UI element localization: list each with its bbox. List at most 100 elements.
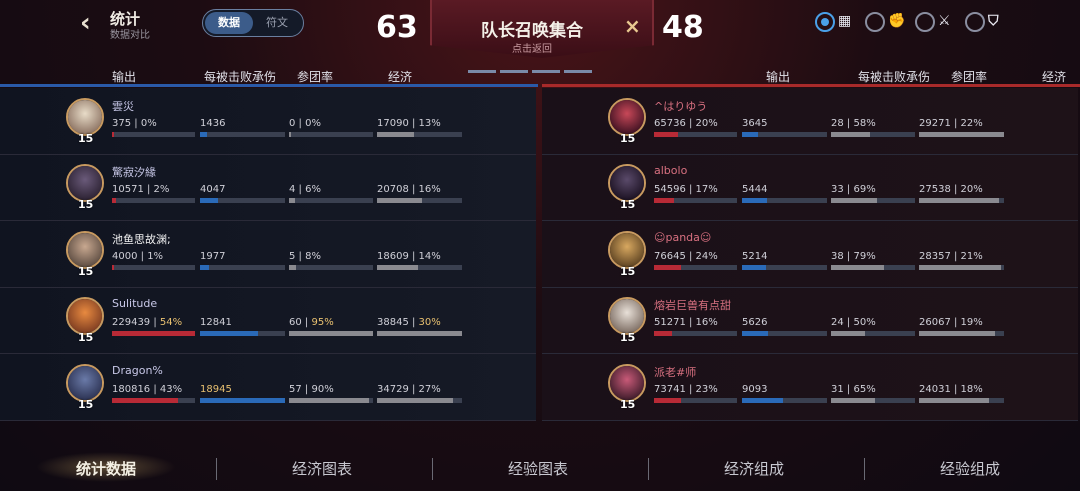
stat-tank-bar-fill [742, 132, 758, 137]
player-name[interactable]: 雲災 [112, 98, 134, 114]
tab-separator [216, 458, 217, 480]
hero-portrait [610, 166, 644, 201]
stat-separator: | [150, 383, 160, 395]
player-row: 15 Dragon% 180816 | 43% 18945 57 | 90% 34729 … [0, 354, 536, 421]
stat-kp-bar-fill [289, 132, 291, 137]
stat-dmg: 51271 | 16% [654, 317, 718, 328]
back-arrow-icon[interactable]: ‹ [80, 8, 91, 38]
stat-separator: | [408, 383, 419, 395]
stat-dmg-percent: 17% [695, 184, 718, 196]
stat-dmg-bar-fill [654, 397, 681, 403]
column-header-red-3: 经济 [1042, 70, 1067, 84]
stat-separator: | [137, 250, 148, 262]
hero-avatar[interactable] [66, 230, 104, 269]
stat-dmg-percent: 54% [159, 317, 183, 329]
stat-dmg-bar [112, 264, 195, 270]
stat-kp-percent: 90% [311, 383, 334, 395]
stat-gold-percent: 20% [960, 184, 983, 196]
player-name[interactable]: 驚寂汐緣 [112, 164, 156, 180]
data-rune-toggle[interactable]: 数据 符文 [202, 9, 304, 37]
hero-avatar[interactable] [608, 98, 646, 136]
hero-avatar[interactable] [66, 98, 104, 136]
stat-tank: 5626 [742, 317, 767, 328]
hero-avatar[interactable] [66, 363, 104, 402]
stat-kp-bar-fill [289, 397, 369, 403]
mode-radio-shield[interactable] [965, 12, 985, 32]
mode-radio-swords[interactable] [915, 12, 935, 32]
stat-dmg-bar [112, 397, 195, 403]
hero-avatar[interactable] [608, 164, 646, 203]
stat-dmg: 76645 | 24% [654, 251, 718, 262]
stat-kp-percent: 8% [305, 250, 321, 262]
stat-dmg-value: 229439 [112, 317, 151, 329]
stat-kp-bar-fill [831, 264, 884, 270]
stat-kp-bar [289, 264, 373, 270]
player-name[interactable]: 池鱼思故渊; [112, 231, 171, 247]
hero-avatar[interactable] [608, 230, 646, 269]
stat-gold-value: 20708 [377, 184, 409, 196]
stat-gold-percent: 22% [960, 118, 983, 129]
hero-level: 15 [78, 132, 94, 145]
player-name[interactable]: Dragon% [112, 364, 163, 377]
blue-team-panel: 15 雲災 375 | 0% 1436 0 | 0% 17090 | 13% 15 驚寂汐緣 1… [0, 88, 536, 421]
stat-separator: | [685, 118, 696, 129]
hero-avatar[interactable] [66, 164, 104, 203]
page-subtitle: 数据对比 [110, 30, 150, 41]
stat-tank-bar [742, 331, 827, 337]
player-name[interactable]: 熔岩巨兽有点甜 [654, 297, 731, 313]
player-row: 15 雲災 375 | 0% 1436 0 | 0% 17090 | 13% [0, 88, 536, 155]
tab-0[interactable]: 统计数据 [76, 458, 136, 479]
stat-dmg-bar [112, 198, 195, 204]
stat-gold-bar-fill [919, 331, 995, 337]
stat-tank-bar [742, 132, 827, 137]
stat-gold-percent: 14% [418, 250, 441, 262]
stat-kp: 24 | 50% [831, 317, 876, 328]
player-name[interactable]: ☺panda☺ [654, 231, 711, 244]
tab-2[interactable]: 经验图表 [508, 458, 568, 479]
hero-avatar[interactable] [608, 297, 646, 336]
player-name[interactable]: albolo [654, 164, 687, 177]
stat-gold: 24031 | 18% [919, 384, 983, 395]
stat-tank-bar [200, 264, 285, 270]
tab-1[interactable]: 经济图表 [292, 458, 352, 479]
player-name[interactable]: Sulitude [112, 297, 157, 310]
captain-summon-banner[interactable]: 队长召唤集合 点击返回 × [430, 0, 654, 58]
stat-gold-bar-fill [377, 132, 414, 137]
stat-gold-bar [919, 264, 1004, 270]
stat-kp-value: 31 [831, 383, 844, 395]
mode-radio-grid[interactable] [815, 12, 835, 32]
stat-tank: 5214 [742, 251, 767, 262]
stat-kp-value: 57 [289, 383, 302, 395]
stat-kp-value: 38 [831, 250, 844, 262]
hero-portrait [68, 100, 102, 134]
stat-tank-bar-fill [742, 198, 767, 204]
toggle-data[interactable]: 数据 [205, 12, 253, 34]
hero-avatar[interactable] [66, 297, 104, 336]
mode-radio-fist[interactable] [865, 12, 885, 32]
tab-4[interactable]: 经验组成 [940, 458, 1000, 479]
hero-avatar[interactable] [608, 363, 646, 402]
stat-dmg-value: 73741 [654, 383, 686, 395]
toggle-rune[interactable]: 符文 [253, 12, 301, 34]
stat-dmg-bar [654, 132, 737, 137]
player-row: 15 albolo 54596 | 17% 5444 33 | 69% 27538 | 2… [542, 154, 1078, 222]
player-name[interactable]: ^はりゆう [654, 98, 707, 114]
stat-gold: 38845 | 30% [377, 317, 441, 328]
stat-kp-value: 60 [289, 317, 302, 329]
stat-gold-bar [919, 331, 1004, 337]
player-row: 15 池鱼思故渊; 4000 | 1% 1977 5 | 8% 18609 | 14% [0, 221, 536, 288]
stat-dmg-percent: 1% [147, 250, 164, 262]
cross-icon: × [624, 14, 641, 38]
stat-gold-bar [919, 397, 1004, 403]
stat-gold-bar-fill [919, 198, 999, 204]
player-name[interactable]: 派老#师 [654, 364, 696, 380]
stat-dmg: 180816 | 43% [112, 384, 182, 395]
tab-3[interactable]: 经济组成 [724, 458, 784, 479]
hero-level: 15 [620, 264, 636, 278]
stat-separator: | [143, 184, 154, 196]
stat-separator: | [295, 184, 306, 196]
stat-dmg-bar-fill [112, 397, 178, 403]
stat-tank-bar-fill [200, 331, 258, 337]
stat-kp-percent: 79% [853, 250, 876, 262]
stat-separator: | [685, 250, 696, 262]
